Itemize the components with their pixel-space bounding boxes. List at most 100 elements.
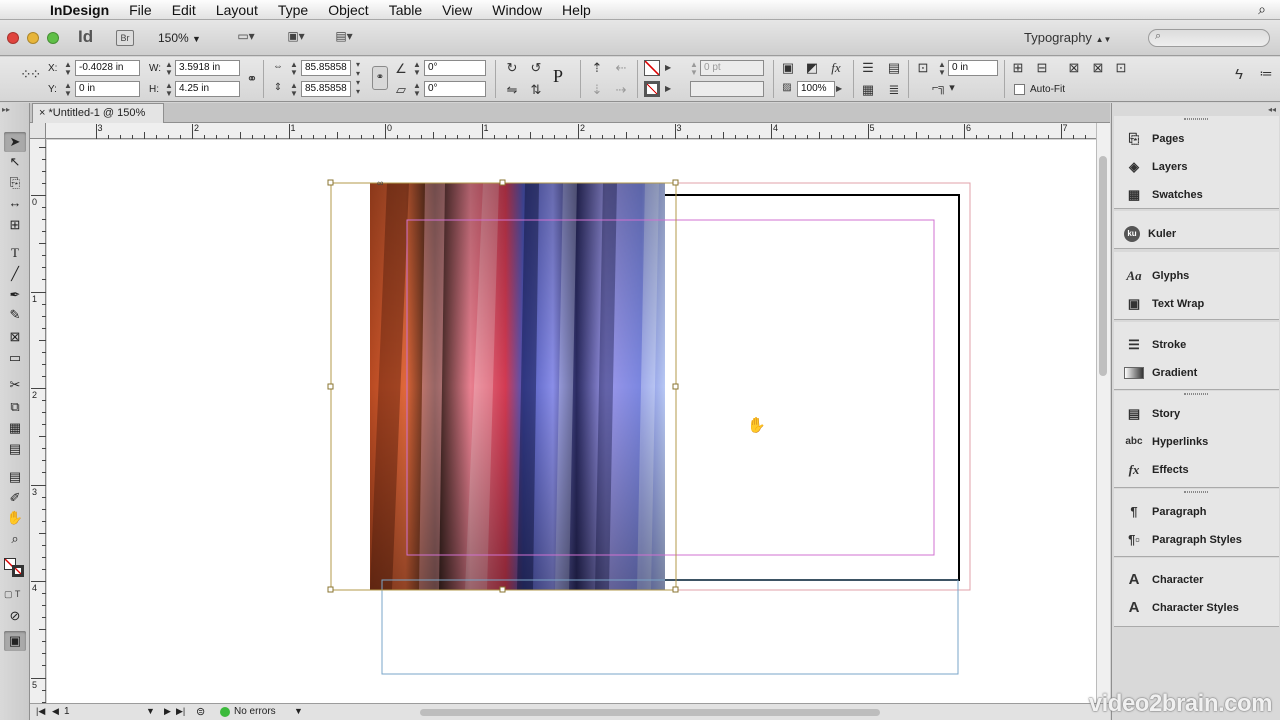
scissors-tool-icon[interactable]: ✂ [4,375,26,395]
stroke-type-dropdown[interactable] [690,81,764,97]
normal-view-mode-icon[interactable]: ▣ [4,631,26,651]
panel-text-wrap[interactable]: ▣ Text Wrap [1124,293,1204,315]
page-menu-icon[interactable]: ▼ [146,706,155,716]
panel-stroke[interactable]: ☰ Stroke [1124,334,1186,356]
note-tool-icon[interactable]: ▤ [4,467,26,487]
menu-window[interactable]: Window [482,2,552,18]
menu-view[interactable]: View [432,2,482,18]
help-search-input[interactable]: ⌕ [1148,29,1270,47]
zoom-level-dropdown[interactable]: 150% ▼ [158,31,201,45]
stroke-weight-stepper-icon[interactable]: ▲ ▼ [690,61,698,77]
zoom-tool-icon[interactable]: ⌕ [4,529,26,549]
document-tab[interactable]: × *Untitled-1 @ 150% [32,103,164,123]
fill-frame-proportionally-icon[interactable]: ⊠ [1090,60,1106,76]
fit-frame-to-content-icon[interactable]: ⊟ [1034,60,1050,76]
zoom-window-button[interactable] [47,32,59,44]
content-collector-icon[interactable]: ⊞ [4,215,26,235]
free-transform-tool-icon[interactable]: ⧉ [4,397,26,417]
opacity-field[interactable]: 100% [797,81,835,97]
menu-file[interactable]: File [119,2,162,18]
preflight-icon[interactable]: ⊜ [196,705,205,718]
corner-shape-dropdown[interactable]: ⌐╗ ▾ [932,81,978,97]
panel-swatches[interactable]: ▦ Swatches [1124,184,1203,206]
control-panel-menu-icon[interactable]: ≔ [1258,66,1274,82]
fit-content-proportionally-icon[interactable]: ⊞ [1010,60,1026,76]
autofit-checkbox[interactable] [1014,84,1025,95]
first-page-icon[interactable]: |◀ [36,706,45,717]
panel-gradient[interactable]: Gradient [1124,362,1197,384]
shear-angle-field[interactable]: 0° [424,81,486,97]
text-wrap-bbox-icon[interactable]: ▤ [886,60,902,76]
rectangle-frame-tool-icon[interactable]: ⊠ [4,327,26,347]
height-field[interactable]: 4.25 in [175,81,240,97]
shear-stepper-icon[interactable]: ▲ ▼ [413,82,421,98]
close-tab-icon[interactable]: × [39,107,45,119]
panel-pages[interactable]: ⎘ Pages [1124,128,1185,150]
pencil-tool-icon[interactable]: ✎ [4,305,26,325]
panel-character[interactable]: A Character [1124,569,1204,591]
vertical-ruler[interactable]: 0 1 2 3 4 5 [30,139,46,703]
scale-y-stepper-icon[interactable]: ▲ ▼ [290,82,298,98]
gradient-feather-tool-icon[interactable]: ▤ [4,439,26,459]
page-number-field[interactable]: 1 [64,706,144,717]
preflight-menu-icon[interactable]: ▼ [294,706,303,716]
select-content-icon[interactable]: ⇣ [589,82,605,98]
preflight-status-text[interactable]: No errors [234,706,276,717]
page-tool-icon[interactable]: ⎘ [4,173,26,193]
eyedropper-tool-icon[interactable]: ✐ [4,488,26,508]
width-field[interactable]: 3.5918 in [175,60,240,76]
offset-field[interactable]: 0 in [948,60,998,76]
menu-object[interactable]: Object [318,2,378,18]
selection-tool-icon[interactable]: ➤ [4,132,26,152]
previous-page-icon[interactable]: ◀ [52,706,59,717]
pen-tool-icon[interactable]: ✒ [4,285,26,305]
last-page-icon[interactable]: ▶| [176,706,185,717]
hand-tool-icon[interactable]: ✋ [4,508,26,528]
horizontal-scroll-thumb[interactable] [420,709,880,716]
gap-tool-icon[interactable]: ↔ [4,193,26,213]
stroke-swatch[interactable] [644,81,660,97]
menu-edit[interactable]: Edit [162,2,206,18]
y-stepper-icon[interactable]: ▲ ▼ [64,82,72,98]
horizontal-ruler[interactable]: 3 2 1 0 1 2 3 4 5 6 7 [30,123,1096,139]
ruler-origin[interactable] [30,123,46,139]
panel-glyphs[interactable]: Aa Glyphs [1124,265,1189,287]
w-stepper-icon[interactable]: ▲ ▼ [165,61,173,77]
stroke-align-icon[interactable]: ⊡ [915,60,931,76]
placed-image[interactable] [370,183,665,590]
fill-swatch[interactable] [644,60,660,76]
gradient-swatch-tool-icon[interactable]: ▦ [4,418,26,438]
scale-x-stepper-icon[interactable]: ▲ ▼ [290,61,298,77]
menu-layout[interactable]: Layout [206,2,268,18]
vertical-scroll-thumb[interactable] [1099,156,1107,376]
screen-mode-icon[interactable]: ▣▾ [282,29,310,47]
scale-menu-icon[interactable]: ▾ ▾ ▾ ▾ [352,60,364,97]
workspace-switcher[interactable]: Typography ▲▼ [1024,30,1111,45]
reference-point-icon[interactable]: ⁘⁘ [20,66,42,83]
text-wrap-jump-icon[interactable]: ≣ [886,82,902,98]
x-position-field[interactable]: -0.4028 in [75,60,140,76]
collapse-toolbox-icon[interactable]: ▸▸ [2,105,10,114]
panel-paragraph[interactable]: ¶ Paragraph [1124,501,1206,523]
stroke-swatch-tool[interactable] [12,565,24,577]
menu-help[interactable]: Help [552,2,601,18]
h-stepper-icon[interactable]: ▲ ▼ [165,82,173,98]
spotlight-search-icon[interactable]: ⌕ [1258,1,1266,18]
type-tool-icon[interactable]: T [4,243,26,263]
select-previous-icon[interactable]: ⇠ [613,60,629,76]
link-scale-icon[interactable]: ⚭ [372,66,388,90]
stroke-weight-field[interactable]: 0 pt [700,60,764,76]
stroke-menu-icon[interactable]: ▶ [665,84,671,93]
constrain-proportions-icon[interactable]: ⚭ [244,71,260,87]
panel-kuler[interactable]: ku Kuler [1124,223,1176,245]
text-wrap-none-icon[interactable]: ☰ [860,60,876,76]
y-position-field[interactable]: 0 in [75,81,140,97]
panel-effects[interactable]: fx Effects [1124,459,1189,481]
scale-x-field[interactable]: 85.85858 [301,60,351,76]
flip-horizontal-icon[interactable]: ⇋ [504,82,520,98]
fill-menu-icon[interactable]: ▶ [665,63,671,72]
rotation-stepper-icon[interactable]: ▲ ▼ [413,61,421,77]
rotate-ccw-icon[interactable]: ↺ [528,60,544,76]
close-window-button[interactable] [7,32,19,44]
bridge-button[interactable]: Br [116,30,134,46]
